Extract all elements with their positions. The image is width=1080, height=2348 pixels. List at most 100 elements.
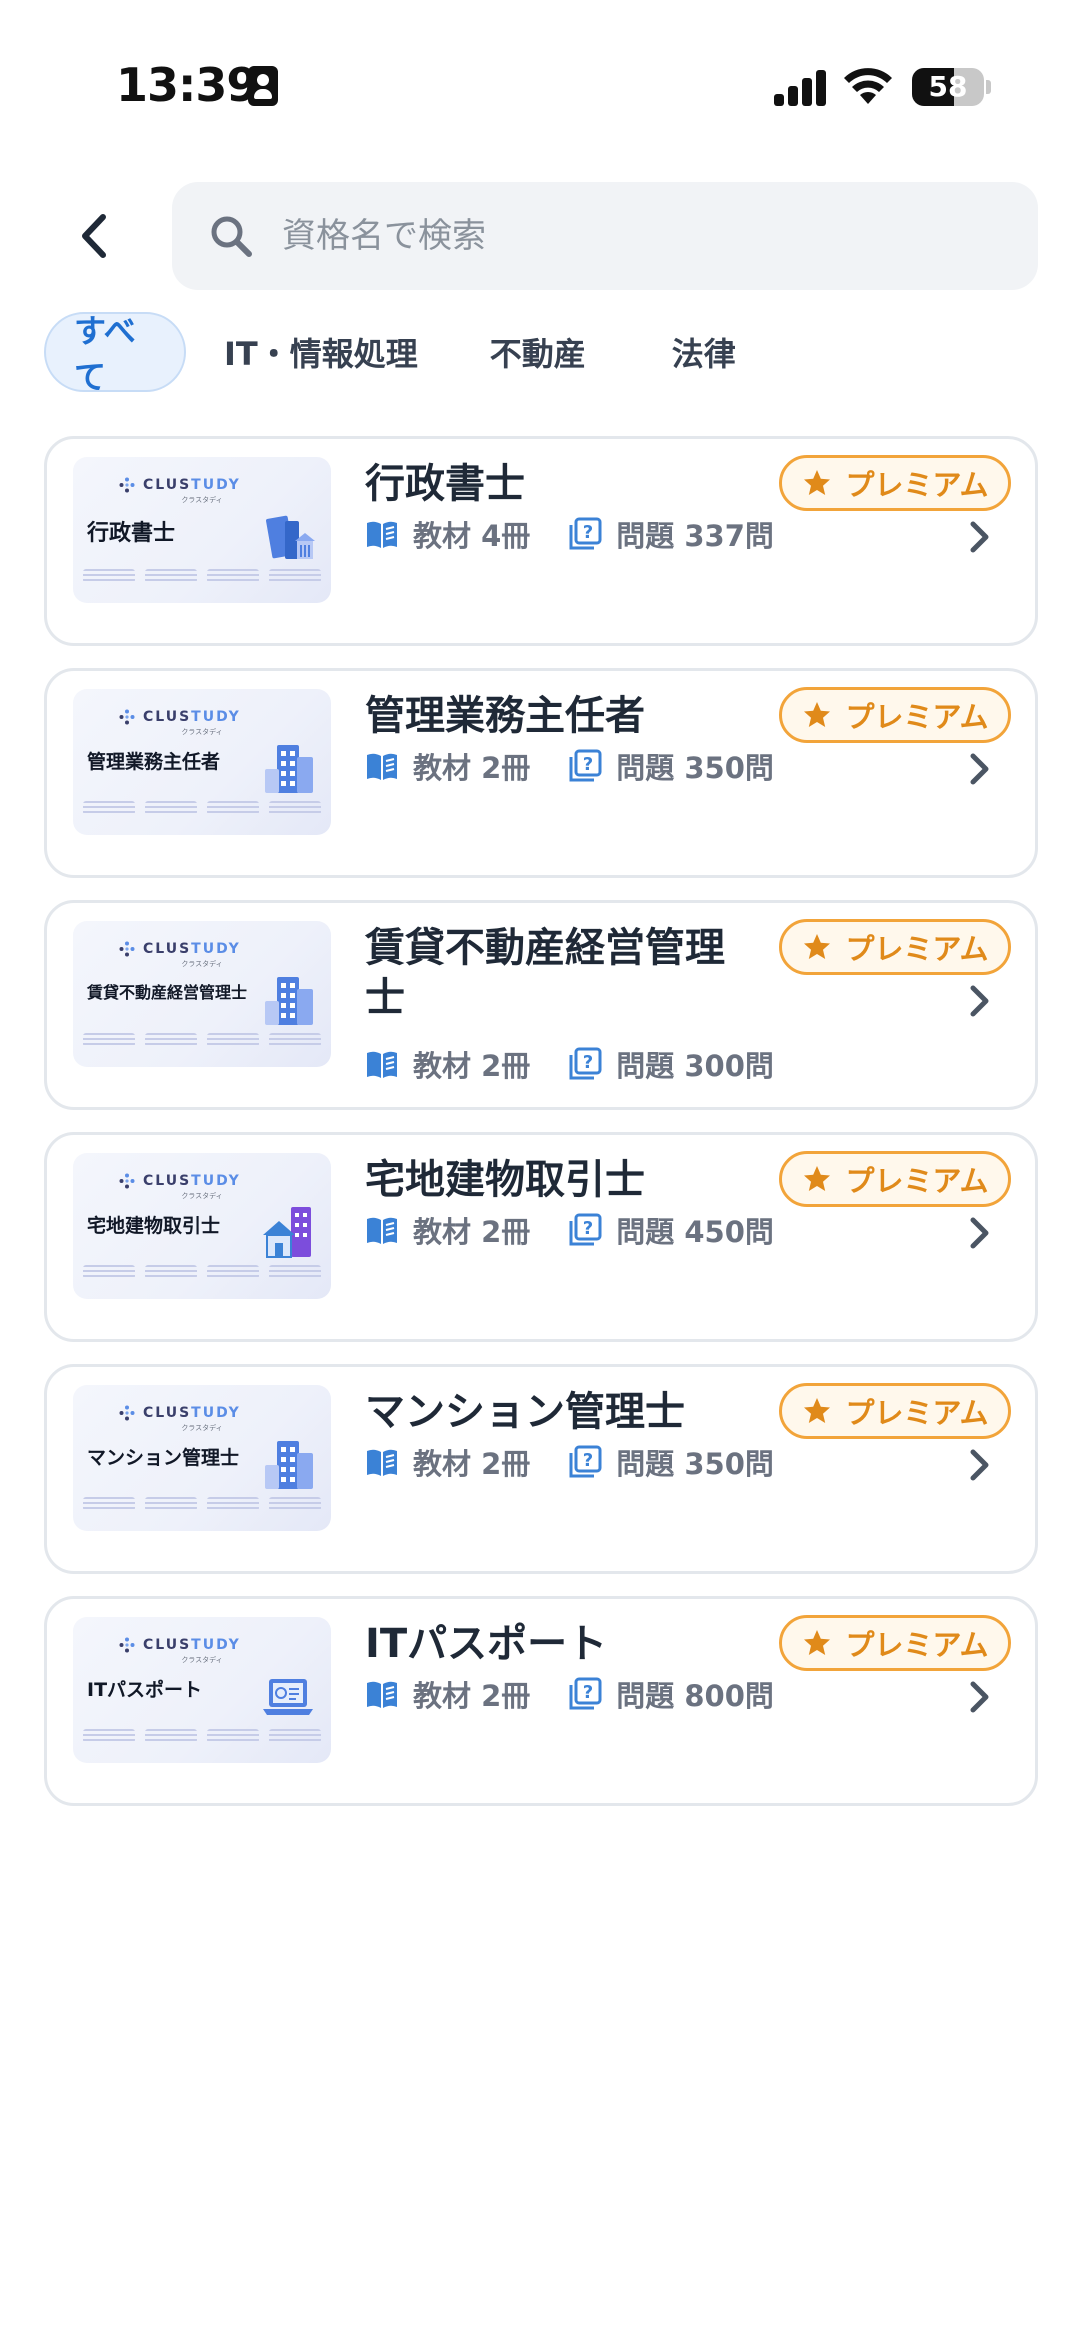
qualification-meta: 教材 2冊 ? 問題 800問 — [365, 1673, 774, 1715]
book-icon — [367, 753, 397, 780]
tab-it[interactable]: IT・情報処理 — [224, 312, 418, 392]
qualification-meta: 教材 4冊 ? 問題 337問 — [365, 513, 774, 555]
cellular-signal-icon — [774, 68, 828, 106]
qualification-title: 行政書士 — [365, 461, 525, 507]
thumb-tagline: クラスタディ — [181, 496, 223, 504]
question-icon: ? — [569, 1047, 602, 1080]
premium-badge: プレミアム — [779, 919, 1011, 975]
materials-count: 教材 2冊 — [413, 1679, 531, 1713]
thumb-title: 管理業務主任者 — [87, 751, 221, 773]
qualification-thumbnail: CLUSTUDY クラスタディ 宅地建物取引士 — [73, 1153, 331, 1299]
chevron-right-icon — [970, 985, 989, 1017]
building-icon — [265, 745, 313, 793]
qualification-title: 賃貸不動産経営管理士 — [365, 925, 725, 1021]
qualification-title: マンション管理士 — [365, 1389, 685, 1435]
search-icon — [206, 211, 256, 261]
question-icon: ? — [569, 749, 602, 782]
tab-law[interactable]: 法律 — [672, 312, 736, 392]
qualification-thumbnail: CLUSTUDY クラスタディ 賃貸不動産経営管理士 — [73, 921, 331, 1067]
thumb-tagline: クラスタディ — [181, 728, 223, 736]
qualification-title: 管理業務主任者 — [365, 693, 645, 739]
qualification-title: 宅地建物取引士 — [365, 1157, 645, 1203]
svg-text:?: ? — [583, 1682, 593, 1703]
thumb-tagline: クラスタディ — [181, 960, 223, 968]
thumb-brand: CLUSTUDY — [143, 1405, 241, 1421]
thumb-brand: CLUSTUDY — [143, 1173, 241, 1189]
brand-logo-icon — [119, 1173, 135, 1189]
qualification-card[interactable]: CLUSTUDY クラスタディ マンション管理士 マンション管理士 教材 2冊 … — [44, 1364, 1038, 1574]
question-icon: ? — [569, 1677, 602, 1710]
questions-count: 問題 350問 — [616, 1447, 774, 1481]
thumb-brand: CLUSTUDY — [143, 1637, 241, 1653]
qualification-card[interactable]: CLUSTUDY クラスタディ 管理業務主任者 管理業務主任者 教材 2冊 ? … — [44, 668, 1038, 878]
qualification-thumbnail: CLUSTUDY クラスタディ 管理業務主任者 — [73, 689, 331, 835]
questions-count: 問題 800問 — [616, 1679, 774, 1713]
house-icon — [263, 1207, 311, 1258]
thumb-tagline: クラスタディ — [181, 1424, 223, 1432]
thumb-tagline: クラスタディ — [181, 1192, 223, 1200]
questions-count: 問題 450問 — [616, 1215, 774, 1249]
status-bar: 13:39 58 — [0, 0, 1080, 140]
chevron-left-icon — [82, 214, 106, 258]
premium-label: プレミアム — [845, 932, 989, 966]
premium-badge: プレミアム — [779, 687, 1011, 743]
materials-count: 教材 2冊 — [413, 1049, 531, 1083]
thumb-footer — [83, 1729, 321, 1751]
question-icon: ? — [569, 1445, 602, 1478]
thumb-tagline: クラスタディ — [181, 1656, 223, 1664]
qualification-thumbnail: CLUSTUDY クラスタディ ITパスポート — [73, 1617, 331, 1763]
thumb-title: ITパスポート — [87, 1679, 203, 1701]
thumb-footer — [83, 1497, 321, 1519]
svg-text:?: ? — [583, 1052, 593, 1073]
premium-badge: プレミアム — [779, 1615, 1011, 1671]
qualification-thumbnail: CLUSTUDY クラスタディ マンション管理士 — [73, 1385, 331, 1531]
materials-count: 教材 2冊 — [413, 751, 531, 785]
qualification-card[interactable]: CLUSTUDY クラスタディ 賃貸不動産経営管理士 賃貸不動産経営管理士 教材… — [44, 900, 1038, 1110]
qualification-title: ITパスポート — [365, 1621, 608, 1667]
thumb-footer — [83, 569, 321, 591]
book-icon — [367, 1051, 397, 1078]
person-badge-icon — [248, 66, 278, 106]
svg-text:?: ? — [583, 1218, 593, 1239]
thumb-title: 賃貸不動産経営管理士 — [87, 983, 248, 1002]
brand-logo-icon — [119, 1637, 135, 1653]
status-time: 13:39 — [116, 58, 258, 112]
qualification-meta: 教材 2冊 ? 問題 300問 — [365, 1043, 774, 1085]
thumb-footer — [83, 801, 321, 823]
materials-count: 教材 2冊 — [413, 1447, 531, 1481]
premium-badge: プレミアム — [779, 455, 1011, 511]
book-icon — [367, 521, 397, 548]
star-icon — [803, 1166, 830, 1191]
svg-text:?: ? — [583, 522, 593, 543]
book-icon — [367, 1217, 397, 1244]
qualification-meta: 教材 2冊 ? 問題 350問 — [365, 1441, 774, 1483]
chevron-right-icon — [970, 1217, 989, 1249]
chevron-right-icon — [970, 521, 989, 553]
premium-label: プレミアム — [845, 1628, 989, 1662]
thumb-footer — [83, 1265, 321, 1287]
premium-label: プレミアム — [845, 468, 989, 502]
questions-count: 問題 300問 — [616, 1049, 774, 1083]
tab-real-estate[interactable]: 不動産 — [490, 312, 586, 392]
thumb-brand: CLUSTUDY — [143, 709, 241, 725]
battery-icon: 58 — [912, 68, 984, 106]
star-icon — [803, 470, 830, 495]
qualification-meta: 教材 2冊 ? 問題 450問 — [365, 1209, 774, 1251]
search-box[interactable] — [172, 182, 1038, 290]
qualification-card[interactable]: CLUSTUDY クラスタディ ITパスポート ITパスポート 教材 2冊 ? … — [44, 1596, 1038, 1806]
qualification-meta: 教材 2冊 ? 問題 350問 — [365, 745, 774, 787]
search-input[interactable] — [282, 216, 982, 256]
brand-logo-icon — [119, 709, 135, 725]
thumb-footer — [83, 1033, 321, 1055]
qualification-list: CLUSTUDY クラスタディ 行政書士 行政書士 教材 4冊 ? 問題 337… — [44, 436, 1038, 1828]
battery-cap — [986, 80, 991, 94]
tab-all[interactable]: すべて — [44, 312, 186, 396]
qualification-card[interactable]: CLUSTUDY クラスタディ 行政書士 行政書士 教材 4冊 ? 問題 337… — [44, 436, 1038, 646]
materials-count: 教材 2冊 — [413, 1215, 531, 1249]
qualification-card[interactable]: CLUSTUDY クラスタディ 宅地建物取引士 宅地建物取引士 教材 2冊 ? … — [44, 1132, 1038, 1342]
back-button[interactable] — [62, 200, 126, 272]
chevron-right-icon — [970, 753, 989, 785]
premium-badge: プレミアム — [779, 1151, 1011, 1207]
thumb-brand: CLUSTUDY — [143, 941, 241, 957]
svg-text:?: ? — [583, 1450, 593, 1471]
